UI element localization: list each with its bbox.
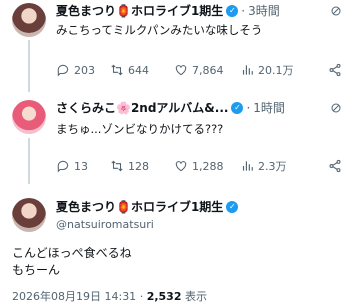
views-icon [242,65,253,75]
tweet-header: 夏色まつり🏮ホロライブ1期生 ✓ · 3時間 [56,3,342,19]
post-time[interactable]: 1時間 [253,100,285,116]
handle[interactable]: @natsuiromatsuri [56,217,154,233]
view-count: 2.3万 [258,160,287,173]
verified-badge-icon: ✓ [226,201,239,213]
share-button[interactable] [328,63,342,77]
share-icon [329,159,341,173]
dot-separator: · [246,101,251,115]
grok-icon[interactable] [330,5,342,17]
tweet-header: 夏色まつり🏮ホロライブ1期生 ✓ [56,199,239,215]
share-button[interactable] [328,159,342,173]
grok-icon[interactable] [330,102,342,114]
display-name[interactable]: さくらみこ🌸2ndアルバム&... [56,100,228,116]
action-bar: 13 128 1,288 2.3万 [56,158,342,174]
tweet-header: さくらみこ🌸2ndアルバム&... ✓ · 1時間 [56,100,342,116]
action-bar: 203 644 7,864 20.1万 [56,62,342,78]
retweet-button[interactable]: 128 [110,159,174,173]
tweet-1[interactable]: 夏色まつり🏮ホロライブ1期生 ✓ · 3時間 みこちってミルクパンみたいな味しそ… [0,0,350,92]
like-count: 1,288 [192,159,224,173]
views-count: 2,532 [146,290,182,303]
like-button[interactable]: 7,864 [174,63,240,77]
views-icon [242,161,253,171]
retweet-button[interactable]: 644 [110,63,174,77]
tweet-text: みこちってミルクパンみたいな味しそう [56,23,263,37]
post-timestamp[interactable]: 2026年08月19日 14:31 [12,290,136,303]
verified-badge-icon: ✓ [231,102,244,114]
tweet-2[interactable]: さくらみこ🌸2ndアルバム&... ✓ · 1時間 まちゅ...ゾンビなりかけて… [0,92,350,184]
like-button[interactable]: 1,288 [174,159,240,173]
like-count: 7,864 [192,63,224,77]
avatar[interactable] [12,100,46,134]
tweet-text-line-2: もちーん [12,263,61,277]
display-name[interactable]: 夏色まつり🏮ホロライブ1期生 [56,199,223,215]
post-meta: 2026年08月19日 14:31 · 2,532 表示 [12,288,207,304]
view-count: 20.1万 [258,64,294,77]
display-name[interactable]: 夏色まつり🏮ホロライブ1期生 [56,3,223,19]
retweet-count: 128 [128,159,149,173]
thread-line [28,40,30,92]
avatar[interactable] [12,198,46,232]
reply-count: 13 [74,159,88,173]
reply-count: 203 [74,63,95,77]
views-button[interactable]: 20.1万 [240,62,306,78]
avatar[interactable] [12,3,46,37]
dot-separator: · [139,290,144,303]
views-button[interactable]: 2.3万 [240,158,306,174]
heart-icon [175,65,187,76]
dot-separator: · [241,4,246,18]
post-time[interactable]: 3時間 [248,3,280,19]
retweet-count: 644 [128,63,149,77]
tweet-text: まちゅ...ゾンビなりかけてる??? [56,122,224,136]
verified-badge-icon: ✓ [226,5,239,17]
retweet-icon [111,64,123,76]
heart-icon [175,161,187,172]
views-label: 表示 [184,290,207,303]
retweet-icon [111,160,123,172]
reply-button[interactable]: 13 [56,159,110,173]
reply-icon [57,64,69,77]
share-icon [329,63,341,77]
tweet-text-line-1: こんどほっぺ食べるね [12,246,132,260]
reply-button[interactable]: 203 [56,63,110,77]
thread-line [28,138,30,184]
main-tweet: 夏色まつり🏮ホロライブ1期生 ✓ @natsuiromatsuri こんどほっぺ… [0,184,350,307]
reply-icon [57,160,69,173]
